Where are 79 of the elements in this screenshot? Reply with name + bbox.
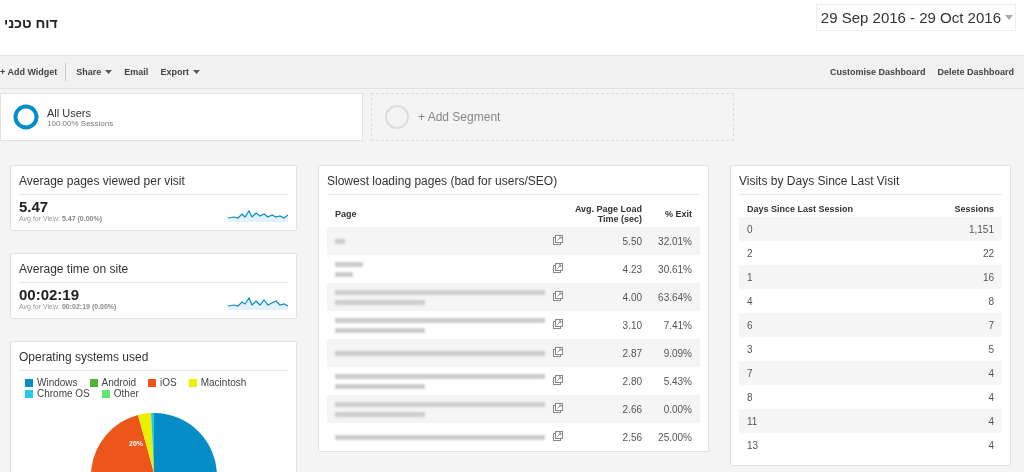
- external-link-icon: [553, 291, 563, 301]
- card-title: Average pages viewed per visit: [19, 172, 288, 195]
- legend-label: Other: [113, 388, 139, 399]
- external-link-icon: [553, 235, 563, 245]
- table-cell: 32.01%: [650, 227, 700, 255]
- segment-name: All Users: [47, 106, 92, 119]
- table-cell: 7: [739, 361, 920, 385]
- table-cell: 13: [739, 433, 920, 457]
- table-cell: 30.61%: [650, 255, 700, 283]
- external-link-icon: [553, 375, 563, 385]
- table-cell: 4: [739, 289, 920, 313]
- table-cell: 2.87: [566, 339, 651, 367]
- toolbar-button[interactable]: Email: [118, 64, 155, 80]
- column-header: % Exit: [650, 201, 700, 227]
- table-cell: 63.64%: [650, 283, 700, 311]
- table-cell: 1: [739, 265, 920, 289]
- toolbar-button[interactable]: Export: [154, 64, 206, 80]
- legend-label: Chrome OS: [37, 388, 90, 399]
- external-link-icon: [553, 319, 563, 329]
- toolbar-button[interactable]: + Add Widget: [0, 63, 67, 81]
- table-cell: 0: [739, 217, 920, 241]
- table-cell: 7: [919, 313, 1002, 337]
- redacted-text: [335, 261, 363, 277]
- segment-detail: 100.00% Sessions: [47, 118, 114, 128]
- table-cell: 2: [739, 241, 920, 265]
- card-title: Average time on site: [19, 260, 288, 283]
- redacted-text: [335, 239, 345, 245]
- metric-value: 5.47: [19, 198, 50, 215]
- table-cell: 4: [919, 433, 1002, 457]
- segment-card[interactable]: All Users 100.00% Sessions: [0, 93, 363, 141]
- date-range-picker[interactable]: 29 Sep 2016 - 29 Oct 2016: [815, 4, 1016, 31]
- table-cell: 1,151: [919, 217, 1002, 241]
- toolbar-button[interactable]: Share: [70, 64, 119, 80]
- metric-value: 00:02:19: [19, 286, 81, 303]
- table-cell: 4.23: [566, 255, 651, 283]
- table-cell: 4.00: [566, 283, 651, 311]
- table-cell: 4: [919, 385, 1002, 409]
- table-cell: 8: [919, 289, 1002, 313]
- external-link-icon: [553, 403, 563, 413]
- table-cell: 22: [919, 241, 1002, 265]
- table-cell: 16: [919, 265, 1002, 289]
- toolbar-button[interactable]: Delete Dashboard: [931, 64, 1020, 80]
- column-header: Avg. Page Load Time (sec): [566, 201, 651, 227]
- table-cell: 4: [919, 409, 1002, 433]
- table-cell: 3.10: [566, 311, 651, 339]
- card-title: Operating systems used: [19, 348, 288, 371]
- external-link-icon: [553, 263, 563, 273]
- dashboard-title: דוח טכני: [4, 14, 58, 31]
- table-cell: 3: [739, 337, 920, 361]
- column-header: Sessions: [919, 201, 1002, 217]
- ring-icon: [13, 104, 39, 130]
- table-cell: 4: [919, 361, 1002, 385]
- table-cell: 9.09%: [650, 339, 700, 367]
- sparkline-drawing: [228, 296, 288, 310]
- toolbar-button[interactable]: Customise Dashboard: [823, 64, 932, 80]
- table-cell: 25.00%: [650, 423, 700, 451]
- legend-label: Windows: [37, 377, 78, 388]
- table-cell: 2.56: [566, 423, 651, 451]
- external-link-icon: [553, 347, 563, 357]
- table-cell: 5.43%: [650, 367, 700, 395]
- table-cell: 7.41%: [650, 311, 700, 339]
- sparkline-drawing: [228, 208, 288, 222]
- card-title: Slowest loading pages (bad for users/SEO): [327, 172, 700, 195]
- caret-icon: [1005, 14, 1013, 21]
- card-title: Visits by Days Since Last Visit: [739, 172, 1002, 195]
- table-cell: 2.80: [566, 367, 651, 395]
- column-header: Page: [327, 201, 553, 227]
- table-cell: 11: [739, 409, 920, 433]
- external-link-icon: [553, 431, 563, 441]
- legend-label: iOS: [160, 377, 177, 388]
- table-cell: 8: [739, 385, 920, 409]
- table-cell: 2.66: [566, 395, 651, 423]
- legend-label: Android: [101, 377, 137, 388]
- table-cell: 6: [739, 313, 920, 337]
- table-cell: 0.00%: [650, 395, 700, 423]
- table-cell: 5: [919, 337, 1002, 361]
- table-cell: 5.50: [566, 227, 651, 255]
- legend-label: Macintosh: [200, 377, 247, 388]
- column-header: Days Since Last Session: [739, 201, 920, 217]
